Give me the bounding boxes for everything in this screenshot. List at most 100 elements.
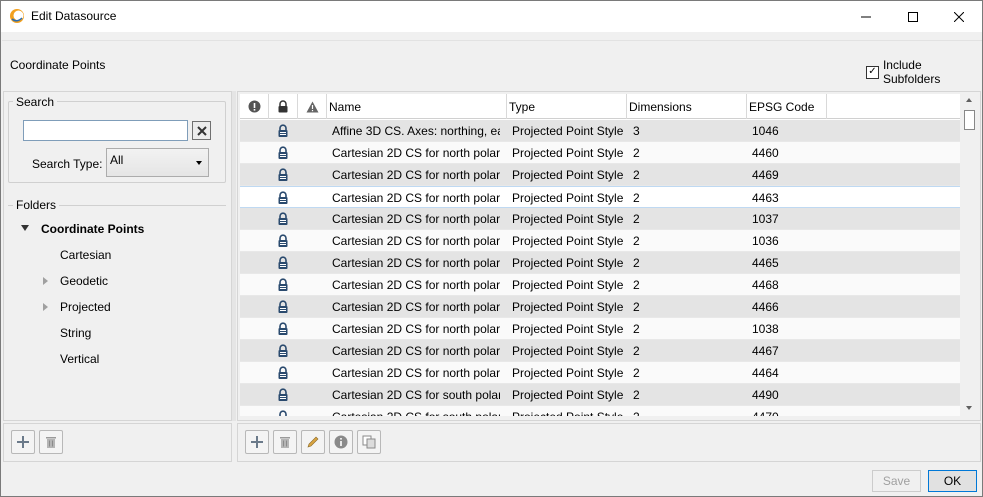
delete-item-button[interactable]	[273, 430, 297, 454]
tree-item-geodetic[interactable]: Geodetic	[60, 274, 108, 288]
table-row[interactable]: Cartesian 2D CS for north polar Projected…	[240, 296, 960, 318]
cell-epsg-code: 4465	[752, 256, 779, 270]
cell-type: Projected Point Style	[512, 168, 624, 182]
cell-epsg-code: 4467	[752, 344, 779, 358]
cell-name: Cartesian 2D CS for north polar	[332, 234, 500, 248]
folders-group-label: Folders	[13, 198, 60, 212]
cell-dimensions: 2	[633, 322, 640, 336]
table-row[interactable]: Cartesian 2D CS for north polar Projected…	[240, 340, 960, 362]
search-group-label: Search	[13, 95, 58, 109]
plus-icon	[251, 436, 263, 448]
scrollbar-thumb[interactable]	[964, 110, 975, 130]
save-button[interactable]: Save	[872, 470, 921, 492]
lock-icon	[278, 124, 288, 137]
cell-epsg-code: 4466	[752, 300, 779, 314]
column-header-dimensions[interactable]: Dimensions	[627, 94, 747, 119]
cell-type: Projected Point Style	[512, 322, 624, 336]
cell-name: Cartesian 2D CS for north polar	[332, 146, 500, 160]
window-title: Edit Datasource	[31, 9, 117, 23]
add-folder-button[interactable]	[11, 430, 35, 454]
cell-type: Projected Point Style	[512, 234, 624, 248]
warning-icon	[306, 101, 318, 112]
table-row[interactable]: Cartesian 2D CS for north polar Projected…	[240, 164, 960, 186]
table-row[interactable]: Cartesian 2D CS for north polar Projected…	[240, 208, 960, 230]
lock-icon	[278, 278, 288, 291]
copy-item-button[interactable]	[357, 430, 381, 454]
cell-epsg-code: 4464	[752, 366, 779, 380]
tree-item-coordinate-points[interactable]: Coordinate Points	[41, 222, 144, 236]
table-row[interactable]: Cartesian 2D CS for north polar Projected…	[240, 186, 960, 208]
grid-header: Name Type Dimensions EPSG Code	[240, 94, 960, 119]
vertical-scrollbar[interactable]	[961, 94, 978, 416]
column-header-lock[interactable]	[269, 94, 298, 119]
table-row[interactable]: Cartesian 2D CS for north polar Projected…	[240, 230, 960, 252]
cell-type: Projected Point Style	[512, 212, 624, 226]
ok-button[interactable]: OK	[928, 470, 977, 492]
column-header-name[interactable]: Name	[327, 94, 507, 119]
minimize-button[interactable]	[843, 1, 889, 32]
table-row[interactable]: Affine 3D CS. Axes: northing, ea Projecte…	[240, 120, 960, 142]
edit-item-button[interactable]	[301, 430, 325, 454]
maximize-button[interactable]	[890, 1, 936, 32]
table-row[interactable]: Cartesian 2D CS for south polar Projected…	[240, 384, 960, 406]
column-header-type[interactable]: Type	[507, 94, 627, 119]
add-item-button[interactable]	[245, 430, 269, 454]
collapsed-arrow-icon[interactable]	[43, 303, 48, 311]
copy-icon	[362, 435, 376, 449]
column-header-epsg-code[interactable]: EPSG Code	[747, 94, 827, 119]
clear-icon	[196, 125, 207, 136]
cell-name: Cartesian 2D CS for north polar	[332, 344, 500, 358]
include-subfolders-checkbox[interactable]: ✓	[866, 65, 879, 79]
header-strip	[2, 40, 982, 90]
table-row[interactable]: Cartesian 2D CS for north polar Projected…	[240, 318, 960, 340]
table-row[interactable]: Cartesian 2D CS for north polar Projected…	[240, 362, 960, 384]
lock-icon	[278, 388, 288, 401]
cell-type: Projected Point Style	[512, 344, 624, 358]
cell-name: Cartesian 2D CS for north polar	[332, 366, 500, 380]
chevron-down-icon	[196, 161, 202, 165]
cell-epsg-code: 1046	[752, 124, 779, 138]
cell-dimensions: 2	[633, 344, 640, 358]
scroll-up-icon[interactable]	[966, 98, 972, 102]
expanded-arrow-icon[interactable]	[21, 225, 29, 231]
cell-dimensions: 2	[633, 406, 743, 416]
cell-epsg-code: 4470	[752, 406, 827, 416]
cell-epsg-code: 4460	[752, 146, 779, 160]
cell-dimensions: 2	[633, 168, 640, 182]
cell-dimensions: 2	[633, 191, 640, 205]
cell-dimensions: 2	[633, 300, 640, 314]
datasource-grid: Name Type Dimensions EPSG Code Affine 3D…	[240, 94, 960, 416]
collapsed-arrow-icon[interactable]	[43, 277, 48, 285]
delete-folder-button[interactable]	[39, 430, 63, 454]
include-subfolders-toggle[interactable]: ✓ Include Subfolders	[866, 58, 982, 86]
table-row[interactable]: Cartesian 2D CS for north polar Projected…	[240, 252, 960, 274]
pane-splitter[interactable]	[232, 91, 236, 421]
title-bar: Edit Datasource	[1, 1, 982, 32]
cell-type: Projected Point Style	[512, 146, 624, 160]
cell-epsg-code: 4463	[752, 191, 779, 205]
search-input[interactable]	[23, 120, 188, 141]
tree-item-projected[interactable]: Projected	[60, 300, 111, 314]
search-type-select[interactable]: All	[106, 148, 209, 177]
cell-epsg-code: 4469	[752, 168, 779, 182]
item-info-button[interactable]	[329, 430, 353, 454]
cell-type: Projected Point Style	[512, 406, 627, 416]
cell-name: Cartesian 2D CS for north polar	[332, 278, 500, 292]
cell-name: Affine 3D CS. Axes: northing, ea	[332, 124, 500, 138]
tree-item-string[interactable]: String	[60, 326, 91, 340]
column-header-status[interactable]	[240, 94, 269, 119]
cell-epsg-code: 1036	[752, 234, 779, 248]
clear-search-button[interactable]	[192, 121, 211, 140]
cell-name: Cartesian 2D CS for south polar	[332, 388, 500, 402]
table-row[interactable]: Cartesian 2D CS for north polar Projected…	[240, 274, 960, 296]
scroll-down-icon[interactable]	[966, 406, 972, 410]
tree-item-cartesian[interactable]: Cartesian	[60, 248, 111, 262]
trash-icon	[280, 437, 290, 448]
tree-item-vertical[interactable]: Vertical	[60, 352, 99, 366]
table-row[interactable]: Cartesian 2D CS for south polar Projected…	[240, 406, 960, 416]
column-header-warning[interactable]	[298, 94, 327, 119]
minimize-icon	[861, 16, 871, 17]
close-button[interactable]	[936, 1, 982, 32]
table-row[interactable]: Cartesian 2D CS for north polar Projected…	[240, 142, 960, 164]
cell-name: Cartesian 2D CS for north polar	[332, 300, 500, 314]
